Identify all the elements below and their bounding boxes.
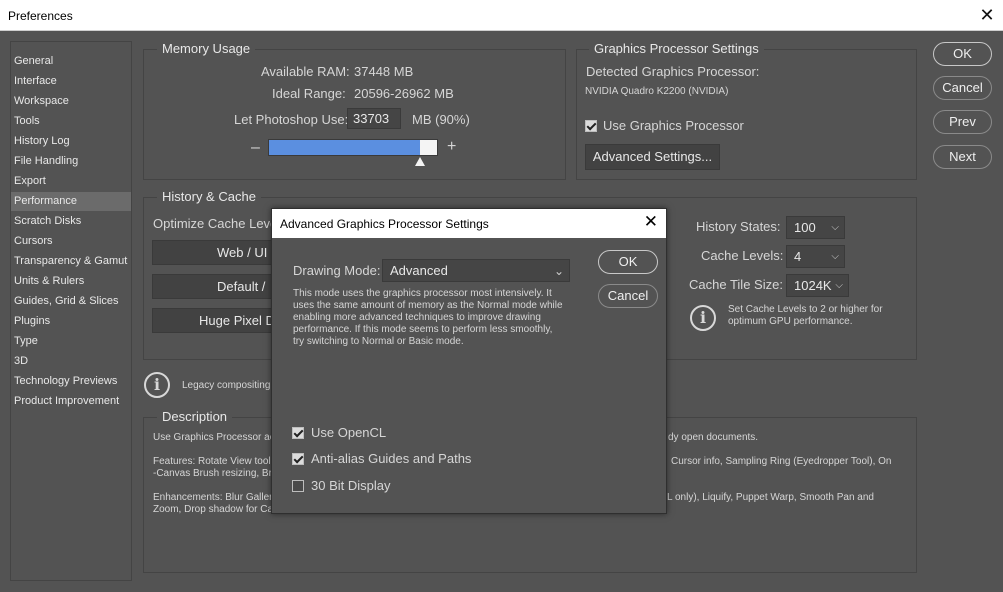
detected-gpu-label: Detected Graphics Processor: xyxy=(586,64,760,79)
memory-usage-title: Memory Usage xyxy=(157,41,256,56)
cache-tile-size-field[interactable]: 1024K ⌵ xyxy=(786,274,849,297)
window-title: Preferences xyxy=(8,9,73,23)
drawing-mode-select[interactable]: Advanced ⌄ xyxy=(382,259,570,282)
sidebar-item-plugins[interactable]: Plugins xyxy=(11,312,131,331)
sidebar-item-scratch-disks[interactable]: Scratch Disks xyxy=(11,212,131,231)
default-button[interactable]: Default / xyxy=(152,274,282,299)
ideal-range-label: Ideal Range: xyxy=(272,86,346,101)
description-title: Description xyxy=(157,409,233,424)
ok-button[interactable]: OK xyxy=(933,42,992,66)
legacy-compositing-label: Legacy compositing xyxy=(182,380,271,391)
close-icon[interactable]: ✕ xyxy=(644,212,658,232)
sidebar-item-workspace[interactable]: Workspace xyxy=(11,92,131,111)
sidebar-item-guides-grid-slices[interactable]: Guides, Grid & Slices xyxy=(11,292,131,311)
close-icon[interactable]: ✕ xyxy=(971,0,1003,31)
dialog-title: Advanced Graphics Processor Settings xyxy=(280,217,489,231)
use-opencl-checkbox[interactable] xyxy=(292,427,304,439)
description-line-4-left: Enhancements: Blur Galler xyxy=(153,492,273,503)
dialog-title-bar: Advanced Graphics Processor Settings ✕ xyxy=(272,209,666,238)
sidebar-item-export[interactable]: Export xyxy=(11,172,131,191)
sidebar-item-product-improvement[interactable]: Product Improvement xyxy=(11,392,131,411)
chevron-down-icon: ⌄ xyxy=(553,264,564,278)
sidebar-item-technology-previews[interactable]: Technology Previews xyxy=(11,372,131,391)
history-states-label: History States: xyxy=(696,219,781,234)
sidebar-item-interface[interactable]: Interface xyxy=(11,72,131,91)
30-bit-display-label: 30 Bit Display xyxy=(311,478,391,493)
ideal-range-value: 20596-26962 MB xyxy=(354,86,454,101)
anti-alias-label: Anti-alias Guides and Paths xyxy=(311,451,472,466)
chevron-down-icon: ⌵ xyxy=(831,251,839,262)
title-bar: Preferences ✕ xyxy=(0,0,1003,31)
chevron-down-icon: ⌵ xyxy=(835,280,843,291)
description-line-3-left: -Canvas Brush resizing, Br xyxy=(153,468,272,479)
sidebar-item-history-log[interactable]: History Log xyxy=(11,132,131,151)
anti-alias-checkbox[interactable] xyxy=(292,453,304,465)
huge-pixel-button[interactable]: Huge Pixel D xyxy=(152,308,282,333)
sidebar: General Interface Workspace Tools Histor… xyxy=(10,41,132,581)
description-line-2-left: Features: Rotate View tool, xyxy=(153,456,274,467)
available-ram-value: 37448 MB xyxy=(354,64,414,79)
cache-levels-label: Cache Levels: xyxy=(701,248,784,263)
use-gpu-checkbox[interactable] xyxy=(585,120,597,132)
sidebar-item-cursors[interactable]: Cursors xyxy=(11,232,131,251)
chevron-down-icon: ⌵ xyxy=(831,222,839,233)
memory-slider-fill xyxy=(269,140,420,155)
detected-gpu-value: NVIDIA Quadro K2200 (NVIDIA) xyxy=(585,86,729,97)
description-line-4-right: L only), Liquify, Puppet Warp, Smooth Pa… xyxy=(667,492,874,503)
cache-tip-text: Set Cache Levels to 2 or higher for opti… xyxy=(728,304,883,327)
let-photoshop-use-label: Let Photoshop Use: xyxy=(234,112,349,127)
history-cache-title: History & Cache xyxy=(157,189,261,204)
sidebar-item-file-handling[interactable]: File Handling xyxy=(11,152,131,171)
info-icon: i xyxy=(690,305,716,331)
description-line-1-left: Use Graphics Processor ac xyxy=(153,432,275,443)
available-ram-label: Available RAM: xyxy=(261,64,350,79)
description-line-1-right: dy open documents. xyxy=(668,432,759,443)
memory-percent-label: MB (90%) xyxy=(412,112,470,127)
cache-tile-size-value: 1024K xyxy=(794,278,832,293)
drawing-mode-value: Advanced xyxy=(390,263,448,278)
sidebar-item-units-rulers[interactable]: Units & Rulers xyxy=(11,272,131,291)
plus-icon[interactable]: + xyxy=(447,138,456,156)
memory-amount-input[interactable]: 33703 xyxy=(347,108,401,129)
web-ui-button[interactable]: Web / UI xyxy=(152,240,282,265)
advanced-gpu-dialog: Advanced Graphics Processor Settings ✕ D… xyxy=(271,208,667,514)
minus-icon[interactable]: – xyxy=(251,139,260,157)
sidebar-item-tools[interactable]: Tools xyxy=(11,112,131,131)
gpu-settings-title: Graphics Processor Settings xyxy=(589,41,764,56)
info-icon: i xyxy=(144,372,170,398)
sidebar-item-type[interactable]: Type xyxy=(11,332,131,351)
sidebar-item-3d[interactable]: 3D xyxy=(11,352,131,371)
memory-slider-thumb[interactable] xyxy=(415,157,425,166)
use-gpu-label: Use Graphics Processor xyxy=(603,118,744,133)
sidebar-item-general[interactable]: General xyxy=(11,52,131,71)
optimize-cache-label: Optimize Cache Levels xyxy=(153,216,287,231)
history-states-field[interactable]: 100 ⌵ xyxy=(786,216,845,239)
cache-levels-value: 4 xyxy=(794,249,802,264)
dialog-cancel-button[interactable]: Cancel xyxy=(598,284,658,308)
advanced-settings-button[interactable]: Advanced Settings... xyxy=(585,144,720,170)
history-states-value: 100 xyxy=(794,220,816,235)
memory-slider[interactable] xyxy=(268,139,438,156)
use-opencl-label: Use OpenCL xyxy=(311,425,387,440)
description-line-2-right: Cursor info, Sampling Ring (Eyedropper T… xyxy=(671,456,892,467)
drawing-mode-description: This mode uses the graphics processor mo… xyxy=(293,288,563,347)
drawing-mode-label: Drawing Mode: xyxy=(293,263,381,278)
cache-tile-size-label: Cache Tile Size: xyxy=(689,277,783,292)
description-line-5-left: Zoom, Drop shadow for Ca xyxy=(153,504,274,515)
sidebar-item-performance[interactable]: Performance xyxy=(11,192,131,211)
30-bit-display-checkbox[interactable] xyxy=(292,480,304,492)
next-button[interactable]: Next xyxy=(933,145,992,169)
cancel-button[interactable]: Cancel xyxy=(933,76,992,100)
sidebar-item-transparency-gamut[interactable]: Transparency & Gamut xyxy=(11,252,131,271)
prev-button[interactable]: Prev xyxy=(933,110,992,134)
dialog-ok-button[interactable]: OK xyxy=(598,250,658,274)
cache-levels-field[interactable]: 4 ⌵ xyxy=(786,245,845,268)
